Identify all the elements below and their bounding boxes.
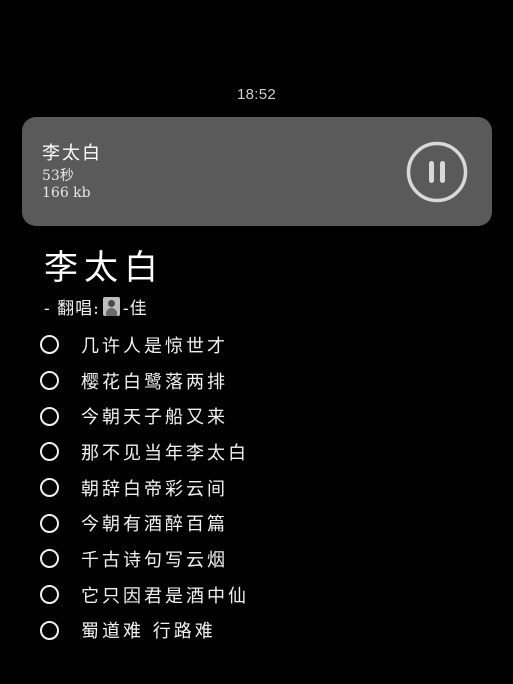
list-item[interactable]: 千古诗句写云烟 — [40, 541, 480, 577]
radio-circle-icon[interactable] — [40, 585, 59, 605]
radio-circle-icon[interactable] — [40, 442, 59, 462]
lyric-line: 蜀道难 行路难 — [81, 621, 216, 643]
lyric-line: 今朝有酒醉百篇 — [81, 514, 228, 536]
player-duration: 53秒 — [42, 168, 74, 184]
lyric-line: 朝辞白帝彩云间 — [81, 478, 228, 500]
list-item[interactable]: 几许人是惊世才 — [40, 327, 480, 363]
radio-circle-icon[interactable] — [40, 620, 59, 640]
list-item[interactable]: 那不见当年李太白 — [40, 434, 480, 470]
player-file-size: 166 kb — [42, 185, 91, 201]
singer-name: -佳 — [122, 299, 148, 319]
status-time: 18:52 — [236, 86, 277, 103]
pause-button[interactable] — [406, 141, 468, 203]
avatar — [102, 297, 120, 316]
radio-circle-icon[interactable] — [40, 406, 59, 426]
lyric-line: 今朝天子船又来 — [81, 407, 228, 429]
player-title: 李太白 — [42, 143, 102, 164]
lyric-line: 樱花白鹭落两排 — [81, 371, 228, 393]
list-item[interactable]: 朝辞白帝彩云间 — [40, 470, 480, 506]
audio-player-card[interactable]: 李太白 53秒 166 kb — [22, 117, 492, 226]
radio-circle-icon[interactable] — [40, 335, 59, 355]
pause-icon — [406, 141, 468, 203]
singer-line: - 翻唱: -佳 — [44, 294, 148, 319]
lyric-line: 几许人是惊世才 — [81, 335, 228, 357]
radio-circle-icon[interactable] — [40, 371, 59, 391]
song-title: 李太白 — [44, 248, 164, 288]
radio-circle-icon[interactable] — [40, 478, 59, 498]
lyric-line: 那不见当年李太白 — [81, 442, 249, 464]
radio-circle-icon[interactable] — [40, 549, 59, 569]
list-item[interactable]: 今朝天子船又来 — [40, 398, 480, 434]
list-item[interactable]: 它只因君是酒中仙 — [40, 577, 480, 613]
singer-prefix: - 翻唱: — [44, 299, 100, 319]
radio-circle-icon[interactable] — [40, 513, 59, 533]
lyric-line: 它只因君是酒中仙 — [81, 585, 249, 607]
lyrics-list: 几许人是惊世才 樱花白鹭落两排 今朝天子船又来 那不见当年李太白 朝辞白帝彩云间… — [40, 327, 480, 648]
list-item[interactable]: 蜀道难 行路难 — [40, 613, 480, 649]
list-item[interactable]: 樱花白鹭落两排 — [40, 363, 480, 399]
lyric-line: 千古诗句写云烟 — [81, 549, 228, 571]
list-item[interactable]: 今朝有酒醉百篇 — [40, 505, 480, 541]
